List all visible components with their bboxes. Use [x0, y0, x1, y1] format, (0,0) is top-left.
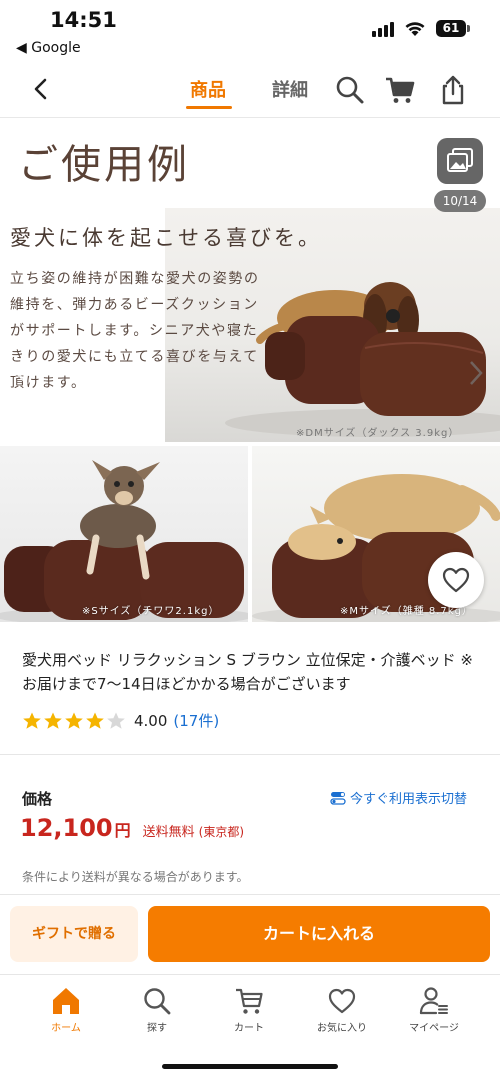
- caption-dm-size: ※DMサイズ（ダックス 3.9kg）: [296, 428, 460, 439]
- toggle-icon: [330, 791, 346, 805]
- battery-level: 61: [436, 20, 466, 37]
- divider: [0, 894, 500, 895]
- tab-cart-label: カート: [234, 1023, 264, 1034]
- status-icons: 61: [372, 20, 470, 37]
- star-filled-icon: [86, 712, 104, 729]
- star-filled-icon: [65, 712, 83, 729]
- home-icon: [53, 988, 79, 1014]
- cellular-signal-icon: [372, 21, 394, 37]
- free-shipping-label: 送料無料: [142, 825, 195, 840]
- battery-icon: 61: [436, 20, 470, 37]
- price-amount: 12,100: [20, 814, 113, 842]
- image-counter: 10/14: [434, 190, 486, 212]
- active-tab-indicator: [186, 106, 232, 109]
- star-filled-icon: [23, 712, 41, 729]
- product-image-gallery[interactable]: ご使用例 愛犬に体を起こせる喜びを。 立ち姿の維持が困難な愛犬の姿勢の維持を、弾…: [0, 122, 500, 628]
- gallery-next-arrow-icon[interactable]: [466, 358, 486, 388]
- price-unit: 円: [114, 821, 131, 840]
- rating-score: 4.00: [134, 711, 168, 730]
- tab-favorites[interactable]: お気に入り: [302, 985, 382, 1034]
- tab-search-label: 探す: [147, 1023, 167, 1034]
- gallery-tagline: 愛犬に体を起こせる喜びを。: [10, 226, 322, 250]
- tab-detail[interactable]: 詳細: [272, 76, 308, 102]
- heart-icon: [442, 567, 470, 593]
- caption-s-size: ※Sサイズ（チワワ2.1kg）: [82, 606, 220, 617]
- divider: [0, 754, 500, 755]
- gift-button[interactable]: ギフトで贈る: [10, 906, 138, 962]
- wifi-icon: [405, 21, 425, 36]
- status-bar: 14:51 ◀ Google 61: [0, 0, 500, 62]
- display-toggle-link[interactable]: 今すぐ利用表示切替: [330, 788, 467, 807]
- search-icon[interactable]: [334, 74, 366, 106]
- rating-stars: [22, 711, 126, 731]
- cart-icon: [236, 988, 263, 1014]
- image-gallery-icon: [447, 148, 473, 172]
- share-icon[interactable]: [437, 74, 469, 106]
- search-icon: [144, 988, 171, 1015]
- top-nav: 商品 詳細: [0, 62, 500, 118]
- cart-icon[interactable]: [384, 74, 416, 106]
- favorite-button[interactable]: [428, 552, 484, 608]
- tab-home-label: ホーム: [51, 1023, 81, 1034]
- tab-favorites-label: お気に入り: [317, 1023, 367, 1034]
- photo-chihuahua: ※Sサイズ（チワワ2.1kg）: [0, 446, 248, 622]
- back-arrow-icon[interactable]: [26, 74, 56, 104]
- display-toggle-label: 今すぐ利用表示切替: [350, 792, 468, 807]
- review-count-link[interactable]: (17件): [173, 710, 219, 731]
- tab-product[interactable]: 商品: [190, 76, 226, 102]
- star-empty-icon: [107, 712, 125, 729]
- back-to-google-link[interactable]: ◀ Google: [16, 40, 81, 56]
- tab-search[interactable]: 探す: [117, 985, 197, 1034]
- gallery-view-button[interactable]: [437, 138, 483, 184]
- star-filled-icon: [44, 712, 62, 729]
- status-time: 14:51: [50, 8, 117, 32]
- heart-icon: [328, 988, 356, 1014]
- tab-mypage-label: マイページ: [409, 1023, 459, 1034]
- shipping-note: 条件により送料が異なる場合があります。: [22, 870, 249, 884]
- tab-mypage[interactable]: マイページ: [394, 985, 474, 1034]
- product-title: 愛犬用ベッド リラクッション S ブラウン 立位保定・介護ベッド ※お届けまで7…: [22, 651, 473, 693]
- add-to-cart-button[interactable]: カートに入れる: [148, 906, 490, 962]
- chihuahua-on-cushion-image: [0, 460, 248, 622]
- shipping-region[interactable]: (東京都): [199, 823, 244, 840]
- price-block: 12,100 円 送料無料 (東京都): [20, 814, 244, 842]
- gallery-prev-arrow-icon[interactable]: [12, 358, 32, 388]
- tab-home[interactable]: ホーム: [26, 985, 106, 1034]
- tab-cart[interactable]: カート: [209, 985, 289, 1034]
- gallery-heading: ご使用例: [18, 142, 190, 188]
- gallery-description: 立ち姿の維持が困難な愛犬の姿勢の維持を、弾力あるビーズクッションがサポートします…: [10, 271, 260, 391]
- price-label: 価格: [22, 790, 53, 808]
- home-indicator: [162, 1064, 338, 1069]
- product-rating[interactable]: 4.00 (17件): [22, 710, 219, 731]
- person-icon: [419, 987, 448, 1015]
